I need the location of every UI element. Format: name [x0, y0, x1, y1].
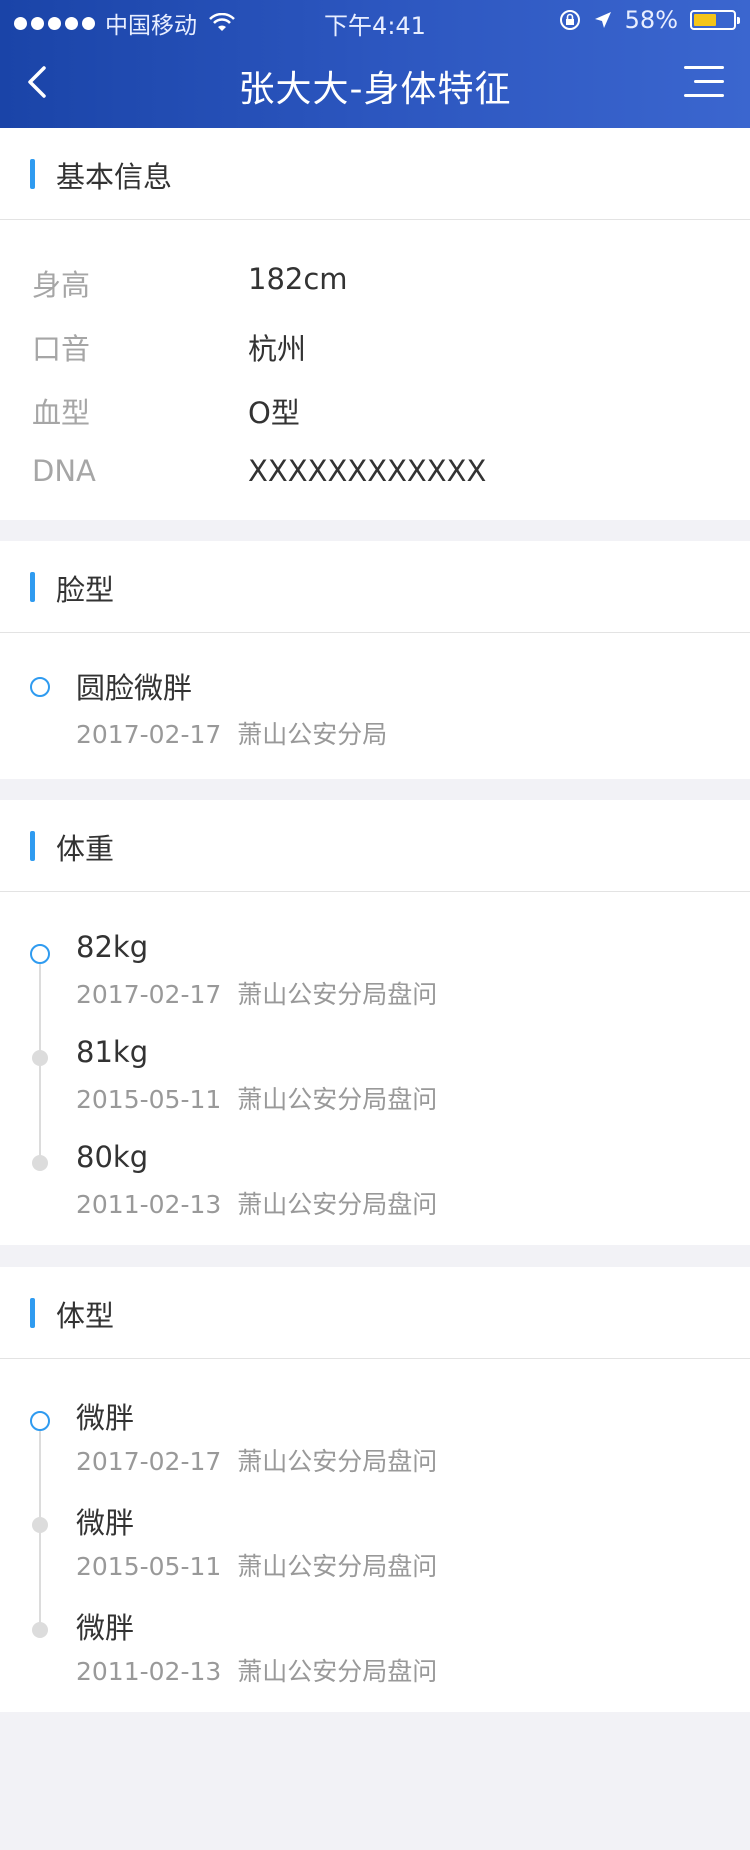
section-body-type: 体型 微胖 2017-02-17 萧山公安分局盘问 微胖 2015-05-11 萧山… — [0, 1267, 750, 1712]
timeline-dot — [32, 1050, 48, 1066]
section-accent-bar — [30, 831, 35, 861]
section-title: 基本信息 — [56, 160, 173, 194]
timeline-dot — [32, 1155, 48, 1171]
status-bar: 中国移动 下午4:41 58% — [0, 0, 750, 40]
timeline-date: 2011-02-13 — [76, 1657, 222, 1686]
section-accent-bar — [30, 159, 35, 189]
info-value: 182cm — [248, 262, 348, 296]
timeline-item: 81kg 2015-05-11 萧山公安分局盘问 — [0, 997, 750, 1114]
location-arrow-icon — [594, 12, 611, 28]
timeline-value: 80kg — [76, 1140, 149, 1174]
section-header: 脸型 — [0, 541, 750, 633]
timeline-meta: 2017-02-17 萧山公安分局 — [76, 715, 387, 751]
timeline-value: 圆脸微胖 — [76, 671, 193, 705]
timeline-meta: 2011-02-13 萧山公安分局盘问 — [76, 1185, 437, 1221]
section-header: 体型 — [0, 1267, 750, 1359]
timeline-value: 微胖 — [76, 1401, 135, 1435]
timeline-source: 萧山公安分局盘问 — [237, 1657, 438, 1686]
section-title: 体重 — [56, 832, 115, 866]
timeline-value: 微胖 — [76, 1611, 135, 1645]
section-title: 体型 — [56, 1299, 115, 1333]
page-title: 张大大-身体特征 — [238, 69, 512, 110]
info-row-accent: 口音 杭州 — [0, 314, 750, 378]
section-basic-info: 基本信息 身高 182cm 口音 杭州 血型 O型 DNA XXXXXXXXXX… — [0, 128, 750, 520]
timeline-meta: 2011-02-13 萧山公安分局盘问 — [76, 1652, 437, 1688]
battery-icon — [690, 10, 740, 30]
section-face: 脸型 圆脸微胖 2017-02-17 萧山公安分局 — [0, 541, 750, 779]
info-row-blood-type: 血型 O型 — [0, 378, 750, 442]
info-value: 杭州 — [248, 332, 307, 366]
section-title: 脸型 — [56, 573, 115, 607]
timeline-source: 萧山公安分局盘问 — [237, 1190, 438, 1219]
nav-bar: 张大大-身体特征 — [0, 40, 750, 128]
timeline-item: 82kg 2017-02-17 萧山公安分局盘问 — [0, 892, 750, 1009]
info-value: XXXXXXXXXXXX — [248, 454, 487, 488]
section-header: 体重 — [0, 800, 750, 892]
timeline-date: 2011-02-13 — [76, 1190, 222, 1219]
timeline-item: 微胖 2011-02-13 萧山公安分局盘问 — [0, 1569, 750, 1686]
timeline-dot — [32, 1622, 48, 1638]
status-right: 58% — [559, 6, 740, 34]
timeline-dot-active — [30, 1411, 50, 1431]
timeline-dot — [32, 1517, 48, 1533]
info-row-dna: DNA XXXXXXXXXXXX — [0, 442, 750, 506]
timeline-source: 萧山公安分局 — [237, 720, 388, 749]
timeline-item: 80kg 2011-02-13 萧山公安分局盘问 — [0, 1102, 750, 1219]
timeline-value: 微胖 — [76, 1506, 135, 1540]
timeline-value: 82kg — [76, 930, 149, 964]
section-weight: 体重 82kg 2017-02-17 萧山公安分局盘问 81kg 2015-05-… — [0, 800, 750, 1245]
timeline-dot-active — [30, 677, 50, 697]
timeline-value: 81kg — [76, 1035, 149, 1069]
header: 中国移动 下午4:41 58% 张大大-身体特征 — [0, 0, 750, 128]
battery-percent: 58% — [624, 6, 678, 34]
menu-icon[interactable] — [684, 62, 724, 102]
section-accent-bar — [30, 1298, 35, 1328]
timeline-date: 2017-02-17 — [76, 720, 222, 749]
timeline-item: 微胖 2017-02-17 萧山公安分局盘问 — [0, 1359, 750, 1476]
info-label: 身高 — [32, 268, 91, 302]
info-value: O型 — [248, 396, 300, 430]
info-label: DNA — [32, 454, 96, 488]
section-header: 基本信息 — [0, 128, 750, 220]
timeline-item: 微胖 2015-05-11 萧山公安分局盘问 — [0, 1464, 750, 1581]
info-row-height: 身高 182cm — [0, 250, 750, 314]
rotation-lock-icon — [559, 10, 580, 30]
section-accent-bar — [30, 572, 35, 602]
info-label: 血型 — [32, 396, 91, 430]
timeline-dot-active — [30, 944, 50, 964]
timeline-item: 圆脸微胖 2017-02-17 萧山公安分局 — [0, 633, 750, 749]
info-label: 口音 — [32, 332, 91, 366]
